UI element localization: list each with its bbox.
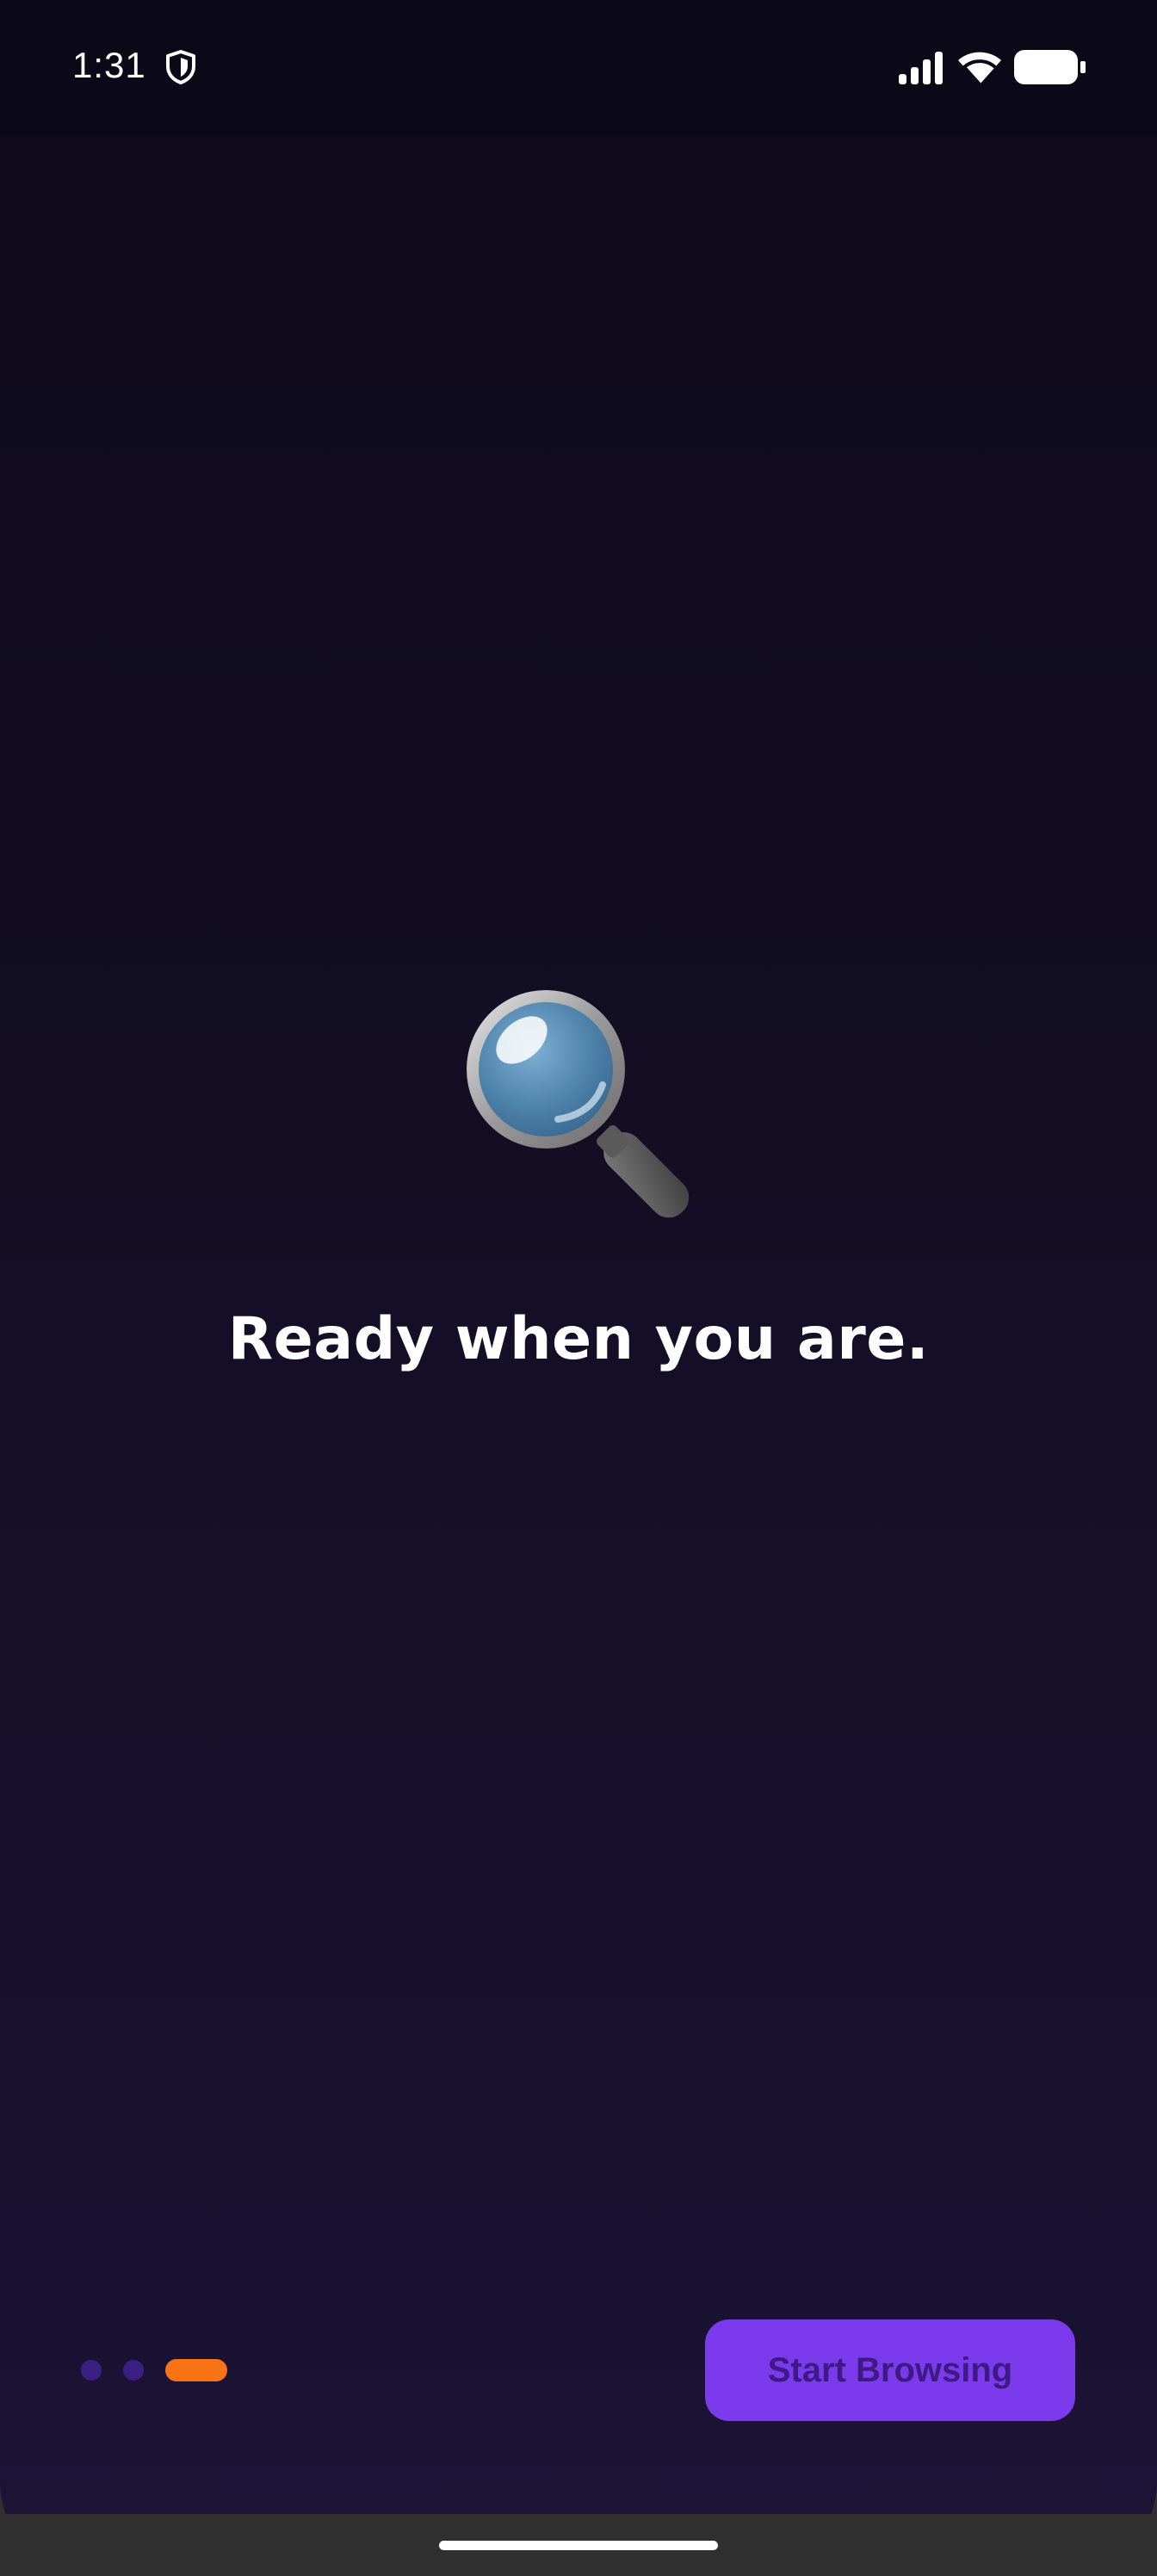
page-dot-2[interactable] <box>123 2360 144 2381</box>
signal-icon <box>899 52 943 84</box>
page-indicator <box>81 2359 236 2381</box>
page-dot-1[interactable] <box>81 2360 102 2381</box>
magnifier-icon <box>467 990 690 1218</box>
shield-icon <box>166 50 195 84</box>
battery-icon <box>1014 50 1086 84</box>
page-dot-3-active[interactable] <box>165 2359 227 2381</box>
start-browsing-button[interactable]: Start Browsing <box>705 2319 1075 2421</box>
status-bar: 1:31 <box>0 0 1157 136</box>
onboarding-headline: Ready when you are. <box>227 1305 930 1373</box>
home-indicator[interactable] <box>439 2541 718 2550</box>
wifi-icon <box>958 52 1001 86</box>
status-time: 1:31 <box>72 45 146 85</box>
onboarding-screen: 1:31 Ready when you are. Start Browsing <box>0 0 1157 2576</box>
